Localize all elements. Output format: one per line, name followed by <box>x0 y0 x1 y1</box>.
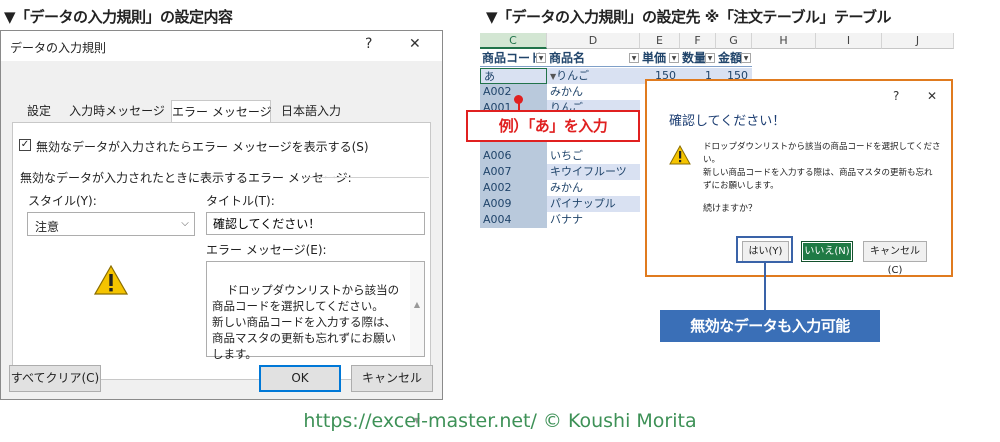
connector-line <box>764 263 766 310</box>
header-name-label: 商品名 <box>549 51 586 65</box>
error-message-textarea[interactable]: ドロップダウンリストから該当の商品コードを選択してください。 新しい商品コードを… <box>206 261 425 425</box>
warning-title: 確認してください！ <box>669 114 786 129</box>
table-header-name[interactable]: 商品名 ▼ <box>547 50 640 67</box>
table-cell[interactable]: A004 <box>480 212 547 228</box>
title-input[interactable] <box>206 212 425 235</box>
table-cell[interactable]: バナナ <box>547 212 640 228</box>
table-cell[interactable]: いちご <box>547 148 640 164</box>
show-error-label: 無効なデータが入力されたらエラー メッセージを表示する(S) <box>36 140 369 154</box>
header-code-label: 商品コード <box>482 51 543 65</box>
column-header-i[interactable]: I <box>816 33 882 49</box>
table-cell[interactable]: キウイフルーツ <box>547 164 640 180</box>
tab-settings[interactable]: 設定 <box>17 100 61 123</box>
style-value: 注意 <box>35 220 60 234</box>
warning-icon <box>94 265 128 295</box>
header-qty-label: 数量 <box>682 51 707 65</box>
tab-error-message[interactable]: エラー メッセージ <box>171 100 272 124</box>
show-error-checkbox[interactable]: ✓ <box>19 139 31 151</box>
warning-question: 続けますか？ <box>703 204 758 214</box>
table-header-price[interactable]: 単価 ▼ <box>640 50 680 67</box>
table-header-qty[interactable]: 数量 ▼ <box>680 50 716 67</box>
column-header-d[interactable]: D <box>547 33 640 49</box>
chevron-down-icon: ⌵ <box>181 218 189 229</box>
tab-input-message[interactable]: 入力時メッセージ <box>65 100 169 123</box>
header-amount-label: 金額 <box>718 51 743 65</box>
help-icon[interactable]: ? <box>365 36 372 52</box>
filter-dropdown-icon[interactable]: ▼ <box>705 53 715 63</box>
warning-icon <box>669 145 691 165</box>
filter-dropdown-icon[interactable]: ▼ <box>629 53 639 63</box>
footer-credit: https://excel-master.net/ © Koushi Morit… <box>303 410 697 432</box>
callout-dot <box>514 95 523 104</box>
header-price-label: 単価 <box>642 51 667 65</box>
title-label: タイトル(T): <box>206 194 275 208</box>
message-label: エラー メッセージ(E): <box>206 243 327 257</box>
filter-dropdown-icon[interactable]: ▼ <box>669 53 679 63</box>
left-heading: ▼「データの入力規則」の設定内容 <box>4 8 233 26</box>
warning-dialog: ? ✕ 確認してください！ ドロップダウンリストから該当の商品コードを選択してく… <box>645 79 953 277</box>
table-cell[interactable]: あ <box>480 68 547 84</box>
input-example-callout: 例）「あ」を入力 <box>466 110 640 142</box>
table-cell[interactable]: A006 <box>480 148 547 164</box>
table-cell[interactable]: A002 <box>480 180 547 196</box>
cell-text: りんご <box>556 69 590 82</box>
no-button[interactable]: いいえ(N) <box>801 241 853 262</box>
column-header-e[interactable]: E <box>640 33 680 49</box>
table-cell[interactable]: みかん <box>547 84 640 100</box>
table-header-code[interactable]: 商品コード ▼ <box>480 50 547 67</box>
clear-all-button[interactable]: すべてクリア(C) <box>9 365 101 392</box>
dialog-titlebar: データの入力規則 ? ✕ <box>1 31 442 61</box>
table-cell[interactable]: みかん <box>547 180 640 196</box>
column-header-c[interactable]: C <box>480 33 547 49</box>
yes-highlight-box <box>736 236 793 263</box>
right-heading: ▼「データの入力規則」の設定先 ※「注文テーブル」テーブル <box>486 8 892 26</box>
close-icon[interactable]: ✕ <box>927 89 937 103</box>
table-cell[interactable]: ▼りんご <box>547 68 640 84</box>
style-label: スタイル(Y): <box>28 194 97 208</box>
column-header-j[interactable]: J <box>882 33 954 49</box>
filter-dropdown-icon[interactable]: ▼ <box>741 53 751 63</box>
table-cell[interactable]: A007 <box>480 164 547 180</box>
textarea-scrollbar[interactable]: ▲ ▼ <box>410 262 424 425</box>
error-section-label: 無効なデータが入力されたときに表示するエラー メッセージ: <box>20 171 352 185</box>
table-header-amount[interactable]: 金額 ▼ <box>716 50 752 67</box>
help-icon[interactable]: ? <box>893 89 899 103</box>
scroll-up-icon[interactable]: ▲ <box>410 297 424 313</box>
column-header-f[interactable]: F <box>680 33 716 49</box>
dialog-title: データの入力規則 <box>10 41 107 55</box>
data-validation-dialog: データの入力規則 ? ✕ 設定 入力時メッセージ エラー メッセージ 日本語入力… <box>0 30 443 425</box>
column-header-h[interactable]: H <box>752 33 816 49</box>
warning-message: ドロップダウンリストから該当の商品コードを選択してください。 新しい商品コードを… <box>703 142 941 191</box>
ok-button[interactable]: OK <box>259 365 341 392</box>
column-header-g[interactable]: G <box>716 33 752 49</box>
close-icon[interactable]: ✕ <box>409 36 421 52</box>
table-cell[interactable]: パイナップル <box>547 196 640 212</box>
section-rule <box>304 177 429 178</box>
cancel-button[interactable]: キャンセル <box>351 365 433 392</box>
tab-japanese-input[interactable]: 日本語入力 <box>273 100 349 123</box>
style-select[interactable]: 注意 ⌵ <box>27 212 195 236</box>
filter-dropdown-icon[interactable]: ▼ <box>536 53 546 63</box>
note-label: 無効なデータも入力可能 <box>660 310 880 342</box>
cancel-button[interactable]: キャンセル(C) <box>863 241 927 276</box>
error-message-text: ドロップダウンリストから該当の商品コードを選択してください。 新しい商品コードを… <box>212 283 400 361</box>
table-cell[interactable]: A009 <box>480 196 547 212</box>
